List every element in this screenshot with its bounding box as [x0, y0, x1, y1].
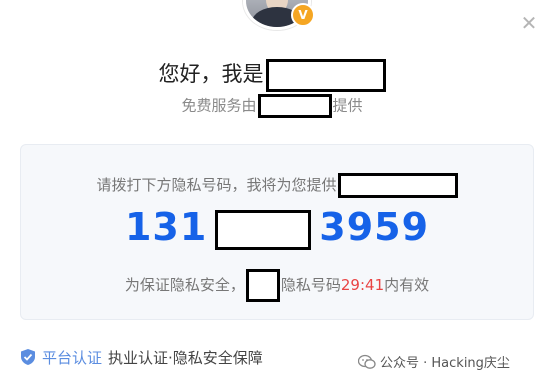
greeting-text: 您好，我是 [158, 62, 264, 86]
greeting: 您好，我是 [0, 58, 544, 92]
notice-suffix: 内有效 [384, 276, 430, 294]
close-icon[interactable]: ✕ [518, 12, 540, 34]
certification-footer: 平台认证 执业认证·隐私安全保障 [20, 346, 263, 368]
call-instruction: 请拨打下方隐私号码，我将为您提供 [21, 173, 533, 198]
redacted-name [265, 58, 386, 92]
redacted-provider [257, 94, 332, 118]
privacy-phone-number[interactable]: 131 3959 [21, 205, 533, 250]
phone-prefix: 131 [124, 205, 208, 249]
provider-prefix: 免费服务由 [181, 96, 257, 115]
platform-certified-label: 平台认证 [42, 348, 103, 367]
shield-check-icon [21, 349, 35, 365]
phone-suffix: 3959 [319, 205, 430, 249]
verified-badge-icon: V [291, 3, 315, 27]
redacted-phone-middle [215, 209, 312, 250]
watermark-text: 公众号 · Hacking庆尘 [380, 356, 510, 371]
wechat-icon [358, 354, 376, 369]
validity-notice: 为保证隐私安全， 隐私号码29:41内有效 [21, 269, 533, 302]
provider-line: 免费服务由 提供 [0, 94, 544, 118]
redacted-notice [245, 269, 280, 302]
notice-prefix: 为保证隐私安全， [124, 276, 245, 294]
redacted-service [337, 173, 458, 198]
provider-suffix: 提供 [332, 96, 363, 115]
instruction-text: 请拨打下方隐私号码，我将为您提供 [96, 176, 337, 194]
countdown-timer: 29:41 [340, 276, 385, 294]
notice-middle: 隐私号码 [280, 276, 341, 294]
guarantee-text: 执业认证·隐私安全保障 [108, 348, 263, 367]
watermark: 公众号 · Hacking庆尘 [358, 352, 510, 371]
privacy-number-card: 请拨打下方隐私号码，我将为您提供 131 3959 为保证隐私安全， 隐私号码29:… [20, 144, 534, 320]
